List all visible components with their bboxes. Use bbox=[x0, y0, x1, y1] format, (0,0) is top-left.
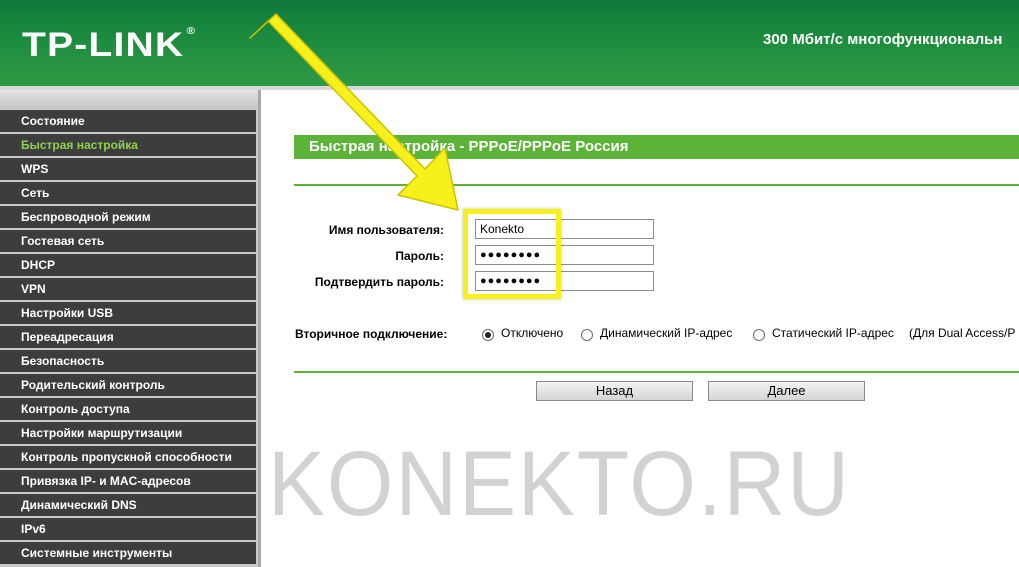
sidebar-top-bar bbox=[0, 90, 258, 109]
sidebar-menu: Состояние Быстрая настройка WPS Сеть Бес… bbox=[0, 110, 256, 566]
sidebar-item-quick-setup[interactable]: Быстрая настройка bbox=[0, 134, 256, 156]
secondary-connection-label: Вторичное подключение: bbox=[295, 327, 448, 341]
sidebar-item-bandwidth-control[interactable]: Контроль пропускной способности bbox=[0, 446, 256, 468]
back-button[interactable]: Назад bbox=[536, 381, 693, 401]
sidebar-item-ipv6[interactable]: IPv6 bbox=[0, 518, 256, 540]
sidebar-item-vpn[interactable]: VPN bbox=[0, 278, 256, 300]
sidebar-item-dhcp[interactable]: DHCP bbox=[0, 254, 256, 276]
username-label: Имя пользователя: bbox=[328, 223, 444, 237]
sidebar-item-ip-mac-binding[interactable]: Привязка IP- и MAC-адресов bbox=[0, 470, 256, 492]
tp-link-logo: TP-LINK ® bbox=[22, 26, 196, 65]
sidebar-item-usb-settings[interactable]: Настройки USB bbox=[0, 302, 256, 324]
sidebar-item-dynamic-dns[interactable]: Динамический DNS bbox=[0, 494, 256, 516]
header: TP-LINK ® 300 Мбит/с многофункциональн bbox=[0, 0, 1019, 86]
radio-dynamic-ip[interactable] bbox=[581, 329, 593, 341]
radio-static-ip[interactable] bbox=[753, 329, 765, 341]
next-button[interactable]: Далее bbox=[708, 381, 865, 401]
sidebar-item-system-tools[interactable]: Системные инструменты bbox=[0, 542, 256, 564]
sidebar-item-guest-network[interactable]: Гостевая сеть bbox=[0, 230, 256, 252]
watermark: KONEKTO.RU bbox=[268, 433, 851, 535]
sidebar-item-network[interactable]: Сеть bbox=[0, 182, 256, 204]
sidebar-item-status[interactable]: Состояние bbox=[0, 110, 256, 132]
radio-static-ip-label: Статический IP-адрес bbox=[772, 326, 894, 340]
sidebar-item-security[interactable]: Безопасность bbox=[0, 350, 256, 372]
sidebar-item-access-control[interactable]: Контроль доступа bbox=[0, 398, 256, 420]
confirm-password-label: Подтвердить пароль: bbox=[314, 275, 444, 289]
page-title: Быстрая настройка - PPPoE/PPPoE Россия bbox=[294, 135, 1019, 159]
sidebar-item-parental-control[interactable]: Родительский контроль bbox=[0, 374, 256, 396]
logo-text: TP-LINK bbox=[22, 26, 185, 64]
sidebar-item-forwarding[interactable]: Переадресация bbox=[0, 326, 256, 348]
radio-disabled-label: Отключено bbox=[501, 326, 564, 340]
highlight-box bbox=[463, 209, 561, 299]
radio-disabled[interactable] bbox=[482, 329, 494, 341]
registered-mark: ® bbox=[186, 26, 197, 37]
dual-access-note: (Для Dual Access/P bbox=[909, 326, 1016, 340]
radio-dynamic-ip-label: Динамический IP-адрес bbox=[600, 326, 733, 340]
sidebar-item-wps[interactable]: WPS bbox=[0, 158, 256, 180]
sidebar-item-wireless[interactable]: Беспроводной режим bbox=[0, 206, 256, 228]
password-label: Пароль: bbox=[395, 249, 444, 263]
product-title: 300 Мбит/с многофункциональн bbox=[763, 31, 1003, 48]
sidebar-item-routing[interactable]: Настройки маршрутизации bbox=[0, 422, 256, 444]
divider-bottom bbox=[294, 371, 1019, 373]
sidebar: Состояние Быстрая настройка WPS Сеть Бес… bbox=[0, 90, 258, 567]
divider-top bbox=[294, 184, 1019, 186]
